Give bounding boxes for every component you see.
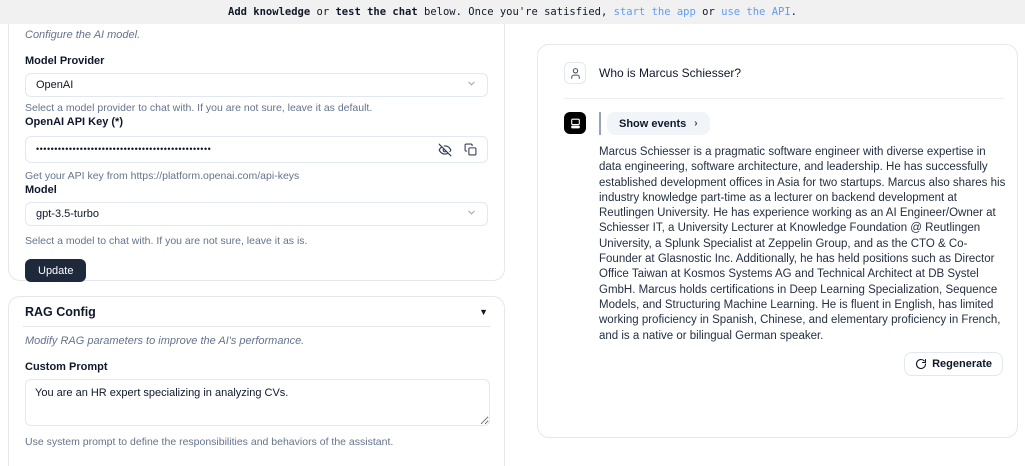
refresh-icon: [916, 358, 927, 369]
divider: [23, 326, 490, 327]
rag-config-card: RAG Config ▼ Modify RAG parameters to im…: [8, 296, 505, 466]
update-button[interactable]: Update: [25, 259, 87, 282]
rag-config-description: Modify RAG parameters to improve the AI'…: [25, 335, 305, 347]
collapse-caret-icon[interactable]: ▼: [479, 307, 488, 317]
custom-prompt-label: Custom Prompt: [25, 361, 108, 373]
api-key-masked-value[interactable]: ••••••••••••••••••••••••••••••••••••••••…: [36, 136, 426, 163]
show-events-button[interactable]: Show events ›: [607, 112, 710, 135]
assistant-message-text: Marcus Schiesser is a pragmatic software…: [599, 146, 1006, 342]
message-divider: [564, 98, 1004, 99]
assistant-avatar: [564, 112, 586, 134]
user-message-row: Who is Marcus Schiesser?: [564, 62, 1003, 84]
eye-off-icon: [438, 143, 452, 156]
copy-api-key-button[interactable]: [452, 143, 477, 156]
model-select[interactable]: gpt-3.5-turbo: [25, 202, 488, 226]
rag-config-title: RAG Config: [25, 305, 96, 319]
model-config-card: Configure the AI model. Model Provider O…: [8, 24, 505, 282]
model-label: Model: [25, 184, 57, 196]
regenerate-button[interactable]: Regenerate: [904, 351, 1003, 376]
model-provider-help: Select a model provider to chat with. If…: [25, 102, 373, 114]
banner-add-knowledge: Add knowledge: [228, 6, 311, 18]
model-help: Select a model to chat with. If you are …: [25, 235, 308, 247]
custom-prompt-textarea[interactable]: [25, 379, 490, 426]
model-provider-select[interactable]: OpenAI: [25, 73, 488, 97]
toggle-visibility-button[interactable]: [426, 143, 452, 157]
api-key-field[interactable]: ••••••••••••••••••••••••••••••••••••••••…: [25, 136, 488, 163]
api-key-help: Get your API key from https://platform.o…: [25, 170, 300, 182]
events-collapsible: Show events ›: [599, 112, 710, 135]
top-banner: Add knowledge or test the chat below. On…: [0, 0, 1025, 24]
bot-icon: [570, 118, 580, 128]
user-icon: [570, 67, 580, 79]
chevron-down-icon: [466, 78, 477, 92]
user-message-text: Who is Marcus Schiesser?: [599, 66, 742, 80]
api-key-label: OpenAI API Key (*): [25, 116, 123, 128]
chat-panel: Who is Marcus Schiesser? Show events › M…: [537, 44, 1018, 438]
chevron-right-icon: ›: [694, 118, 698, 129]
user-avatar: [564, 62, 586, 84]
model-provider-label: Model Provider: [25, 55, 105, 67]
start-the-app-link[interactable]: start the app: [614, 6, 696, 18]
assistant-message-row: Show events ›: [564, 112, 1003, 135]
chevron-down-icon: [466, 207, 477, 221]
use-the-api-link[interactable]: use the API: [721, 6, 791, 18]
model-config-description: Configure the AI model.: [25, 29, 141, 41]
copy-icon: [464, 143, 477, 156]
custom-prompt-help: Use system prompt to define the responsi…: [25, 436, 394, 448]
banner-test-chat: test the chat: [335, 6, 418, 18]
